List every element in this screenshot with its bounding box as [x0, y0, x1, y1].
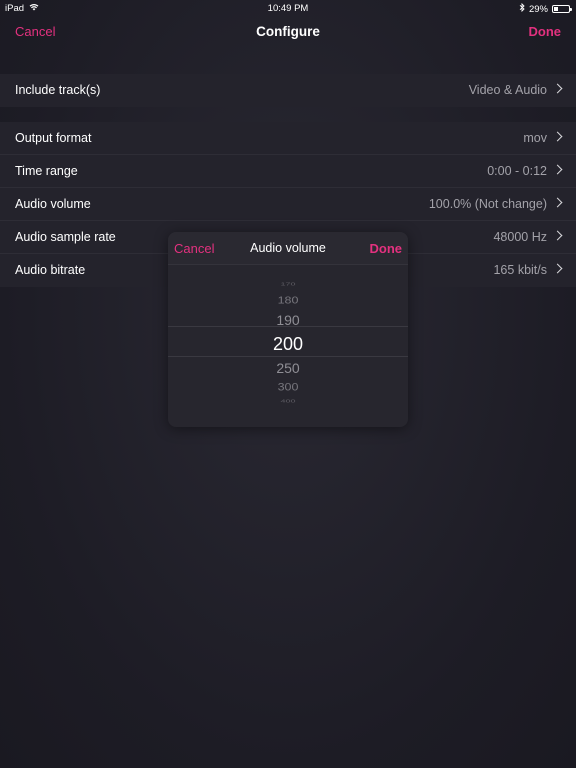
- row-label: Output format: [15, 131, 92, 145]
- picker-option[interactable]: 170: [168, 281, 408, 287]
- picker-option[interactable]: 300: [168, 381, 408, 393]
- chevron-right-icon: [552, 164, 563, 175]
- battery-fill: [554, 7, 558, 11]
- battery-icon: [552, 5, 572, 13]
- row-label: Include track(s): [15, 83, 101, 97]
- status-bar: iPad 10:49 PM 29%: [0, 0, 576, 16]
- status-time: 10:49 PM: [267, 3, 309, 14]
- page-title: Configure: [256, 24, 320, 39]
- row-value: 165 kbit/s: [493, 263, 547, 277]
- picker-option[interactable]: 400: [168, 398, 408, 404]
- row-output-format[interactable]: Output format mov: [0, 122, 576, 155]
- screen: iPad 10:49 PM 29% Cancel Configure Done …: [0, 0, 576, 768]
- status-right: 29%: [519, 2, 572, 15]
- popup-done-button[interactable]: Done: [370, 241, 403, 256]
- picker-option-selected[interactable]: 200: [168, 334, 408, 355]
- row-value: 48000 Hz: [493, 230, 547, 244]
- row-value: 0:00 - 0:12: [487, 164, 547, 178]
- nav-bar: Cancel Configure Done: [0, 16, 576, 48]
- chevron-right-icon: [552, 263, 563, 274]
- picker-selection-line-bottom: [168, 356, 408, 357]
- picker-option[interactable]: 180: [168, 294, 408, 305]
- volume-picker-wheel[interactable]: 170 180 190 200 250 300 400: [168, 265, 408, 427]
- done-button[interactable]: Done: [529, 24, 562, 39]
- bluetooth-icon: [519, 2, 525, 15]
- chevron-right-icon: [552, 197, 563, 208]
- battery-percent: 29%: [528, 3, 548, 15]
- audio-volume-popup: Cancel Audio volume Done 170 180 190 200…: [168, 232, 408, 427]
- row-label: Audio bitrate: [15, 263, 86, 277]
- settings-section-tracks: Include track(s) Video & Audio: [0, 74, 576, 107]
- row-time-range[interactable]: Time range 0:00 - 0:12: [0, 155, 576, 188]
- row-include-tracks[interactable]: Include track(s) Video & Audio: [0, 74, 576, 107]
- chevron-right-icon: [552, 83, 563, 94]
- popup-header: Cancel Audio volume Done: [168, 232, 408, 265]
- row-audio-volume[interactable]: Audio volume 100.0% (Not change): [0, 188, 576, 221]
- row-value: mov: [523, 131, 547, 145]
- row-label: Time range: [15, 164, 78, 178]
- row-label: Audio sample rate: [15, 230, 116, 244]
- picker-option[interactable]: 190: [168, 312, 408, 328]
- chevron-right-icon: [552, 230, 563, 241]
- chevron-right-icon: [552, 131, 563, 142]
- row-label: Audio volume: [15, 197, 91, 211]
- row-value: 100.0% (Not change): [428, 197, 547, 211]
- row-value: Video & Audio: [468, 83, 547, 97]
- picker-option[interactable]: 250: [168, 360, 408, 376]
